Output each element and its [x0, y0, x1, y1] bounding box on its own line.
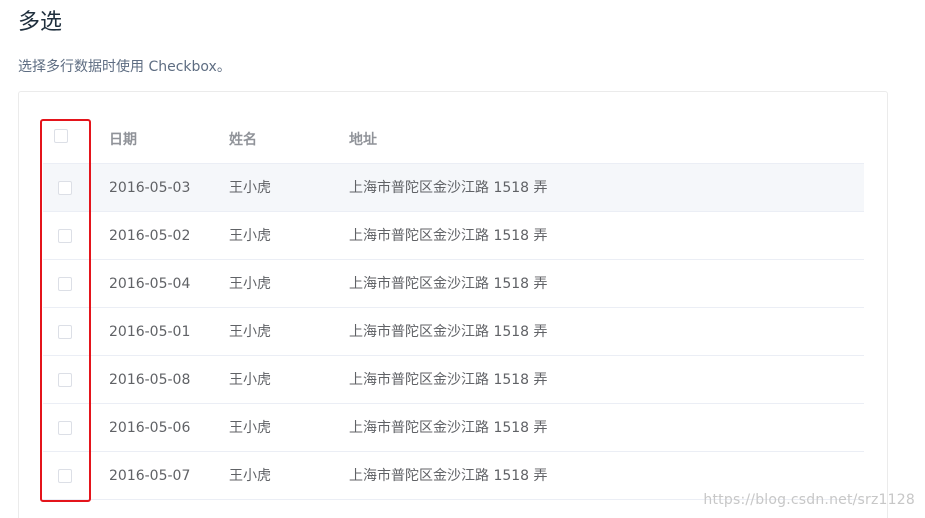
- cell-date: 2016-05-08: [109, 372, 191, 388]
- table-row[interactable]: 2016-05-04 王小虎 上海市普陀区金沙江路 1518 弄: [43, 260, 864, 308]
- table-row[interactable]: 2016-05-01 王小虎 上海市普陀区金沙江路 1518 弄: [43, 308, 864, 356]
- cell-name: 王小虎: [229, 468, 271, 484]
- cell-address: 上海市普陀区金沙江路 1518 弄: [349, 180, 548, 196]
- row-checkbox[interactable]: [58, 277, 72, 291]
- cell-address: 上海市普陀区金沙江路 1518 弄: [349, 228, 548, 244]
- row-checkbox-cell: [43, 404, 93, 452]
- header-date[interactable]: 日期: [109, 116, 137, 164]
- cell-name: 王小虎: [229, 228, 271, 244]
- cell-address: 上海市普陀区金沙江路 1518 弄: [349, 468, 548, 484]
- cell-address: 上海市普陀区金沙江路 1518 弄: [349, 324, 548, 340]
- cell-address: 上海市普陀区金沙江路 1518 弄: [349, 276, 548, 292]
- cell-date: 2016-05-03: [109, 180, 191, 196]
- table-row[interactable]: 2016-05-06 王小虎 上海市普陀区金沙江路 1518 弄: [43, 404, 864, 452]
- cell-date: 2016-05-04: [109, 276, 191, 292]
- section-description: 选择多行数据时使用 Checkbox。: [18, 59, 231, 75]
- row-checkbox[interactable]: [58, 421, 72, 435]
- page: 多选 选择多行数据时使用 Checkbox。 日期 姓名 地址 2016-05-…: [0, 0, 925, 518]
- cell-date: 2016-05-01: [109, 324, 191, 340]
- table-row[interactable]: 2016-05-02 王小虎 上海市普陀区金沙江路 1518 弄: [43, 212, 864, 260]
- row-checkbox-cell: [43, 308, 93, 356]
- row-checkbox[interactable]: [58, 325, 72, 339]
- row-checkbox[interactable]: [58, 469, 72, 483]
- watermark: https://blog.csdn.net/srz1128: [703, 492, 915, 508]
- table-header-row: 日期 姓名 地址: [43, 116, 864, 164]
- cell-name: 王小虎: [229, 372, 271, 388]
- cell-name: 王小虎: [229, 276, 271, 292]
- select-all-checkbox[interactable]: [54, 129, 68, 143]
- cell-date: 2016-05-07: [109, 468, 191, 484]
- cell-name: 王小虎: [229, 180, 271, 196]
- cell-address: 上海市普陀区金沙江路 1518 弄: [349, 372, 548, 388]
- header-checkbox-cell: [43, 116, 93, 164]
- header-address[interactable]: 地址: [349, 116, 377, 164]
- table-body: 2016-05-03 王小虎 上海市普陀区金沙江路 1518 弄 2016-05-02…: [43, 164, 864, 500]
- row-checkbox-cell: [43, 452, 93, 500]
- demo-card: 日期 姓名 地址 2016-05-03 王小虎 上海市普陀区金沙江路 1518 弄2…: [18, 91, 888, 518]
- cell-address: 上海市普陀区金沙江路 1518 弄: [349, 420, 548, 436]
- header-name[interactable]: 姓名: [229, 116, 257, 164]
- data-table: 日期 姓名 地址 2016-05-03 王小虎 上海市普陀区金沙江路 1518 弄2…: [43, 116, 864, 500]
- section-title: 多选: [18, 10, 63, 35]
- row-checkbox[interactable]: [58, 229, 72, 243]
- cell-name: 王小虎: [229, 420, 271, 436]
- row-checkbox-cell: [43, 164, 93, 212]
- row-checkbox[interactable]: [58, 373, 72, 387]
- cell-name: 王小虎: [229, 324, 271, 340]
- cell-date: 2016-05-02: [109, 228, 191, 244]
- row-checkbox-cell: [43, 260, 93, 308]
- row-checkbox-cell: [43, 212, 93, 260]
- table-row[interactable]: 2016-05-03 王小虎 上海市普陀区金沙江路 1518 弄: [43, 164, 864, 212]
- cell-date: 2016-05-06: [109, 420, 191, 436]
- row-checkbox[interactable]: [58, 181, 72, 195]
- table-row[interactable]: 2016-05-08 王小虎 上海市普陀区金沙江路 1518 弄: [43, 356, 864, 404]
- row-checkbox-cell: [43, 356, 93, 404]
